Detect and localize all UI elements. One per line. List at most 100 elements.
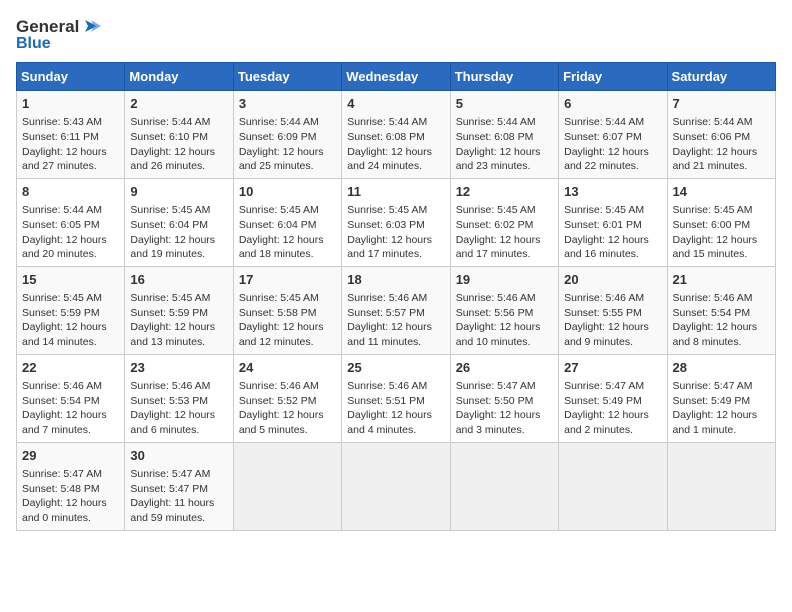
day-number: 23: [130, 359, 227, 377]
daylight-label: Daylight: 12 hours and 1 minute.: [673, 409, 758, 436]
sunset-label: Sunset: 5:49 PM: [673, 395, 751, 407]
calendar-cell: 3Sunrise: 5:44 AMSunset: 6:09 PMDaylight…: [233, 91, 341, 179]
calendar-cell: 5Sunrise: 5:44 AMSunset: 6:08 PMDaylight…: [450, 91, 558, 179]
calendar-cell: 28 Sunrise: 5:47 AM Sunset: 5:49 PM Dayligh…: [667, 354, 775, 442]
day-number: 2: [130, 95, 227, 113]
sunset-label: Sunset: 5:52 PM: [239, 395, 317, 407]
day-header-saturday: Saturday: [667, 63, 775, 91]
calendar-cell: 16Sunrise: 5:45 AMSunset: 5:59 PMDayligh…: [125, 266, 233, 354]
sunrise-label: Sunrise: 5:44 AM: [456, 116, 536, 128]
daylight-label: Daylight: 12 hours and 19 minutes.: [130, 234, 215, 261]
day-number: 6: [564, 95, 661, 113]
daylight-label: Daylight: 12 hours and 3 minutes.: [456, 409, 541, 436]
day-number: 13: [564, 183, 661, 201]
daylight-label: Daylight: 12 hours and 15 minutes.: [673, 234, 758, 261]
day-number: 22: [22, 359, 119, 377]
daylight-label: Daylight: 12 hours and 20 minutes.: [22, 234, 107, 261]
daylight-label: Daylight: 12 hours and 13 minutes.: [130, 321, 215, 348]
sunrise-label: Sunrise: 5:46 AM: [564, 292, 644, 304]
calendar-cell: 26Sunrise: 5:47 AMSunset: 5:50 PMDayligh…: [450, 354, 558, 442]
calendar-week-row: 22Sunrise: 5:46 AMSunset: 5:54 PMDayligh…: [17, 354, 776, 442]
sunrise-label: Sunrise: 5:47 AM: [673, 380, 753, 392]
calendar-header-row: SundayMondayTuesdayWednesdayThursdayFrid…: [17, 63, 776, 91]
sunrise-label: Sunrise: 5:44 AM: [22, 204, 102, 216]
daylight-label: Daylight: 12 hours and 10 minutes.: [456, 321, 541, 348]
day-number: 29: [22, 447, 119, 465]
sunrise-label: Sunrise: 5:44 AM: [239, 116, 319, 128]
sunrise-label: Sunrise: 5:43 AM: [22, 116, 102, 128]
sunrise-label: Sunrise: 5:45 AM: [347, 204, 427, 216]
calendar-cell: 19Sunrise: 5:46 AMSunset: 5:56 PMDayligh…: [450, 266, 558, 354]
daylight-label: Daylight: 12 hours and 24 minutes.: [347, 146, 432, 173]
day-number: 15: [22, 271, 119, 289]
calendar-cell: 27Sunrise: 5:47 AMSunset: 5:49 PMDayligh…: [559, 354, 667, 442]
calendar-cell: 9Sunrise: 5:45 AMSunset: 6:04 PMDaylight…: [125, 178, 233, 266]
daylight-label: Daylight: 12 hours and 2 minutes.: [564, 409, 649, 436]
daylight-label: Daylight: 12 hours and 0 minutes.: [22, 497, 107, 524]
sunrise-label: Sunrise: 5:45 AM: [239, 292, 319, 304]
calendar-cell: 2Sunrise: 5:44 AMSunset: 6:10 PMDaylight…: [125, 91, 233, 179]
sunrise-label: Sunrise: 5:44 AM: [130, 116, 210, 128]
day-number: 4: [347, 95, 444, 113]
sunrise-label: Sunrise: 5:46 AM: [673, 292, 753, 304]
logo-general: General: [16, 18, 79, 35]
sunrise-label: Sunrise: 5:46 AM: [130, 380, 210, 392]
sunrise-label: Sunrise: 5:47 AM: [456, 380, 536, 392]
sunset-label: Sunset: 5:54 PM: [673, 307, 751, 319]
day-number: 20: [564, 271, 661, 289]
sunrise-label: Sunrise: 5:46 AM: [456, 292, 536, 304]
sunset-label: Sunset: 5:57 PM: [347, 307, 425, 319]
calendar-cell: 11Sunrise: 5:45 AMSunset: 6:03 PMDayligh…: [342, 178, 450, 266]
daylight-label: Daylight: 12 hours and 16 minutes.: [564, 234, 649, 261]
sunrise-label: Sunrise: 5:46 AM: [239, 380, 319, 392]
day-header-thursday: Thursday: [450, 63, 558, 91]
sunset-label: Sunset: 6:00 PM: [673, 219, 751, 231]
calendar-cell: [450, 442, 558, 530]
calendar-cell: [559, 442, 667, 530]
daylight-label: Daylight: 12 hours and 18 minutes.: [239, 234, 324, 261]
calendar-cell: 21Sunrise: 5:46 AMSunset: 5:54 PMDayligh…: [667, 266, 775, 354]
calendar-week-row: 1Sunrise: 5:43 AMSunset: 6:11 PMDaylight…: [17, 91, 776, 179]
calendar-cell: 6Sunrise: 5:44 AMSunset: 6:07 PMDaylight…: [559, 91, 667, 179]
calendar-week-row: 29Sunrise: 5:47 AMSunset: 5:48 PMDayligh…: [17, 442, 776, 530]
daylight-label: Daylight: 11 hours and 59 minutes.: [130, 497, 214, 524]
day-number: 21: [673, 271, 770, 289]
sunset-label: Sunset: 6:08 PM: [347, 131, 425, 143]
day-number: 8: [22, 183, 119, 201]
calendar-cell: 15Sunrise: 5:45 AMSunset: 5:59 PMDayligh…: [17, 266, 125, 354]
sunset-label: Sunset: 5:59 PM: [22, 307, 100, 319]
daylight-label: Daylight: 12 hours and 21 minutes.: [673, 146, 758, 173]
day-number: 25: [347, 359, 444, 377]
day-number: 10: [239, 183, 336, 201]
daylight-label: Daylight: 12 hours and 4 minutes.: [347, 409, 432, 436]
sunset-label: Sunset: 6:06 PM: [673, 131, 751, 143]
daylight-label: Daylight: 12 hours and 11 minutes.: [347, 321, 432, 348]
calendar-cell: [233, 442, 341, 530]
daylight-label: Daylight: 12 hours and 7 minutes.: [22, 409, 107, 436]
daylight-label: Daylight: 12 hours and 17 minutes.: [347, 234, 432, 261]
sunrise-label: Sunrise: 5:47 AM: [130, 468, 210, 480]
day-number: 1: [22, 95, 119, 113]
sunset-label: Sunset: 5:56 PM: [456, 307, 534, 319]
sunrise-label: Sunrise: 5:47 AM: [22, 468, 102, 480]
day-number: 12: [456, 183, 553, 201]
calendar-cell: 22Sunrise: 5:46 AMSunset: 5:54 PMDayligh…: [17, 354, 125, 442]
sunset-label: Sunset: 6:04 PM: [239, 219, 317, 231]
calendar-cell: [667, 442, 775, 530]
daylight-label: Daylight: 12 hours and 5 minutes.: [239, 409, 324, 436]
sunset-label: Sunset: 5:58 PM: [239, 307, 317, 319]
calendar-cell: 1Sunrise: 5:43 AMSunset: 6:11 PMDaylight…: [17, 91, 125, 179]
logo-blue: Blue: [16, 36, 51, 52]
calendar-cell: [342, 442, 450, 530]
calendar-cell: 7Sunrise: 5:44 AMSunset: 6:06 PMDaylight…: [667, 91, 775, 179]
day-number: 9: [130, 183, 227, 201]
daylight-label: Daylight: 12 hours and 9 minutes.: [564, 321, 649, 348]
calendar-cell: 4Sunrise: 5:44 AMSunset: 6:08 PMDaylight…: [342, 91, 450, 179]
sunset-label: Sunset: 6:08 PM: [456, 131, 534, 143]
sunset-label: Sunset: 5:49 PM: [564, 395, 642, 407]
calendar-cell: 13Sunrise: 5:45 AMSunset: 6:01 PMDayligh…: [559, 178, 667, 266]
sunrise-label: Sunrise: 5:47 AM: [564, 380, 644, 392]
sunrise-label: Sunrise: 5:45 AM: [673, 204, 753, 216]
sunset-label: Sunset: 6:09 PM: [239, 131, 317, 143]
day-number: 28: [673, 359, 770, 377]
